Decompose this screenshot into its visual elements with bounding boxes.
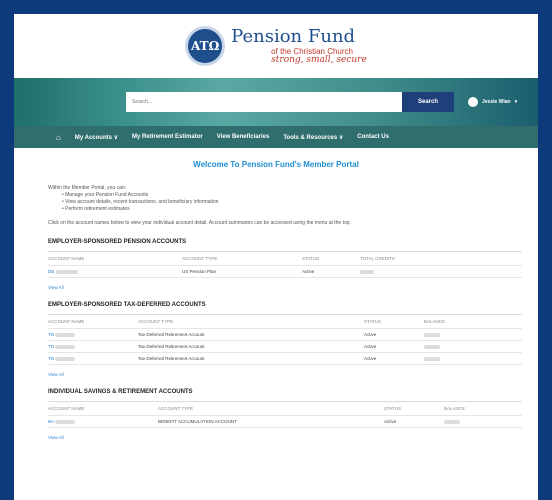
redacted-value bbox=[55, 419, 76, 424]
home-icon[interactable]: ⌂ bbox=[56, 133, 61, 142]
tax-deferred-accounts-section: EMPLOYER-SPONSORED TAX-DEFERRED ACCOUNTS… bbox=[48, 302, 522, 377]
account-name-link[interactable]: BA bbox=[48, 419, 54, 424]
account-name-link[interactable]: TD bbox=[48, 356, 54, 361]
col-header: STATUS bbox=[384, 406, 402, 411]
account-type: Tax-Deferred Retirement Account bbox=[138, 344, 205, 349]
intro-lead: Within the Member Portal, you can: bbox=[48, 185, 127, 191]
nav-view-beneficiaries[interactable]: View Beneficiaries bbox=[217, 134, 270, 140]
col-header: BALANCE bbox=[424, 319, 446, 324]
chevron-down-icon: ▾ bbox=[514, 99, 518, 105]
account-name-link[interactable]: TD bbox=[48, 344, 54, 349]
balance-cell bbox=[444, 419, 504, 424]
redacted-value bbox=[55, 356, 76, 361]
search-button[interactable]: Search bbox=[402, 92, 454, 112]
col-header: TOTAL CREDITS bbox=[360, 256, 395, 261]
search-input[interactable] bbox=[126, 92, 402, 112]
view-all-link[interactable]: View All bbox=[48, 435, 522, 440]
logo-text: Pension Fund of the Christian Church str… bbox=[231, 25, 367, 65]
page-title: Welcome To Pension Fund's Member Portal bbox=[193, 160, 359, 169]
col-header: ACCOUNT NAME bbox=[48, 406, 85, 411]
account-type: US Pension Plan bbox=[182, 269, 217, 274]
nav-retirement-estimator[interactable]: My Retirement Estimator bbox=[132, 134, 203, 140]
account-name-cell: TD bbox=[48, 344, 138, 349]
col-header: ACCOUNT NAME bbox=[48, 256, 85, 261]
banner: Search Jessie Wian ▾ bbox=[14, 78, 538, 126]
balance-cell bbox=[424, 356, 484, 361]
user-menu[interactable]: Jessie Wian ▾ bbox=[468, 92, 517, 112]
account-name-cell: TD bbox=[48, 356, 138, 361]
account-name-cell: BA bbox=[48, 419, 158, 424]
table-row: TD Tax-Deferred Retirement Account Activ… bbox=[48, 341, 522, 353]
section-title: EMPLOYER-SPONSORED TAX-DEFERRED ACCOUNTS bbox=[48, 302, 522, 315]
redacted-value bbox=[424, 344, 440, 349]
view-all-link[interactable]: View All bbox=[48, 372, 522, 377]
col-header: ACCOUNT TYPE bbox=[138, 319, 174, 324]
table-header: ACCOUNT NAME ACCOUNT TYPE STATUS BALANCE bbox=[48, 315, 522, 329]
account-name-cell: TD bbox=[48, 332, 138, 337]
balance-cell bbox=[424, 344, 484, 349]
account-name-link[interactable]: DB bbox=[48, 269, 54, 274]
col-header: BALANCE bbox=[444, 406, 466, 411]
balance-cell bbox=[424, 332, 484, 337]
table-header: ACCOUNT NAME ACCOUNT TYPE STATUS TOTAL C… bbox=[48, 252, 522, 266]
nav-contact-us[interactable]: Contact Us bbox=[357, 134, 389, 140]
intro-bullet: Manage your Pension Fund Accounts bbox=[62, 192, 538, 199]
user-name: Jessie Wian bbox=[482, 99, 511, 105]
col-header: ACCOUNT TYPE bbox=[158, 406, 194, 411]
col-header: STATUS bbox=[302, 256, 320, 261]
redacted-value bbox=[424, 356, 440, 361]
account-status: Active bbox=[302, 269, 315, 274]
redacted-value bbox=[55, 269, 78, 274]
account-status: Active bbox=[384, 419, 397, 424]
account-type: Tax-Deferred Retirement Account bbox=[138, 332, 205, 337]
table-row: BA BENEFIT ACCUMULATION ACCOUNT Active bbox=[48, 416, 522, 428]
view-all-link[interactable]: View All bbox=[48, 285, 522, 290]
pension-accounts-section: EMPLOYER-SPONSORED PENSION ACCOUNTS ACCO… bbox=[48, 239, 522, 290]
intro-bullet: View account details, recent transaction… bbox=[62, 199, 538, 206]
redacted-value bbox=[424, 332, 440, 337]
account-status: Active bbox=[364, 344, 377, 349]
section-title: EMPLOYER-SPONSORED PENSION ACCOUNTS bbox=[48, 239, 522, 252]
table-row: TD Tax-Deferred Retirement Account Activ… bbox=[48, 329, 522, 341]
redacted-value bbox=[444, 419, 460, 424]
col-header: ACCOUNT NAME bbox=[48, 319, 85, 324]
section-title: INDIVIDUAL SAVINGS & RETIREMENT ACCOUNTS bbox=[48, 389, 522, 402]
intro-note: Click on the account names below to view… bbox=[48, 220, 351, 226]
account-type: BENEFIT ACCUMULATION ACCOUNT bbox=[158, 419, 237, 424]
table-row: TD Tax-Deferred Retirement Account Activ… bbox=[48, 353, 522, 365]
redacted-value bbox=[55, 344, 76, 349]
redacted-value bbox=[360, 269, 374, 274]
balance-cell bbox=[360, 269, 420, 274]
logo-area[interactable]: ATΩ Pension Fund of the Christian Church… bbox=[14, 14, 538, 78]
table-row: DB US Pension Plan Active bbox=[48, 266, 522, 278]
logo-title: Pension Fund bbox=[231, 25, 356, 47]
intro-list: Manage your Pension Fund Accounts View a… bbox=[48, 192, 538, 213]
intro-text: Within the Member Portal, you can: Manag… bbox=[48, 185, 538, 227]
logo-tagline: strong, small, secure bbox=[271, 54, 367, 65]
account-name-cell: DB bbox=[48, 269, 182, 274]
nav-tools-resources[interactable]: Tools & Resources ∨ bbox=[283, 134, 343, 141]
portal-page: ATΩ Pension Fund of the Christian Church… bbox=[14, 14, 538, 500]
nav-my-accounts[interactable]: My Accounts ∨ bbox=[75, 134, 118, 141]
table-header: ACCOUNT NAME ACCOUNT TYPE STATUS BALANCE bbox=[48, 402, 522, 416]
account-status: Active bbox=[364, 332, 377, 337]
col-header: ACCOUNT TYPE bbox=[182, 256, 218, 261]
intro-bullet: Perform retirement estimates bbox=[62, 206, 538, 213]
individual-accounts-section: INDIVIDUAL SAVINGS & RETIREMENT ACCOUNTS… bbox=[48, 389, 522, 440]
account-name-link[interactable]: TD bbox=[48, 332, 54, 337]
account-status: Active bbox=[364, 356, 377, 361]
main-nav: ⌂ My Accounts ∨ My Retirement Estimator … bbox=[14, 126, 538, 148]
account-type: Tax-Deferred Retirement Account bbox=[138, 356, 205, 361]
col-header: STATUS bbox=[364, 319, 382, 324]
redacted-value bbox=[55, 332, 76, 337]
pension-fund-logo-icon: ATΩ bbox=[185, 26, 226, 66]
avatar bbox=[468, 97, 478, 107]
